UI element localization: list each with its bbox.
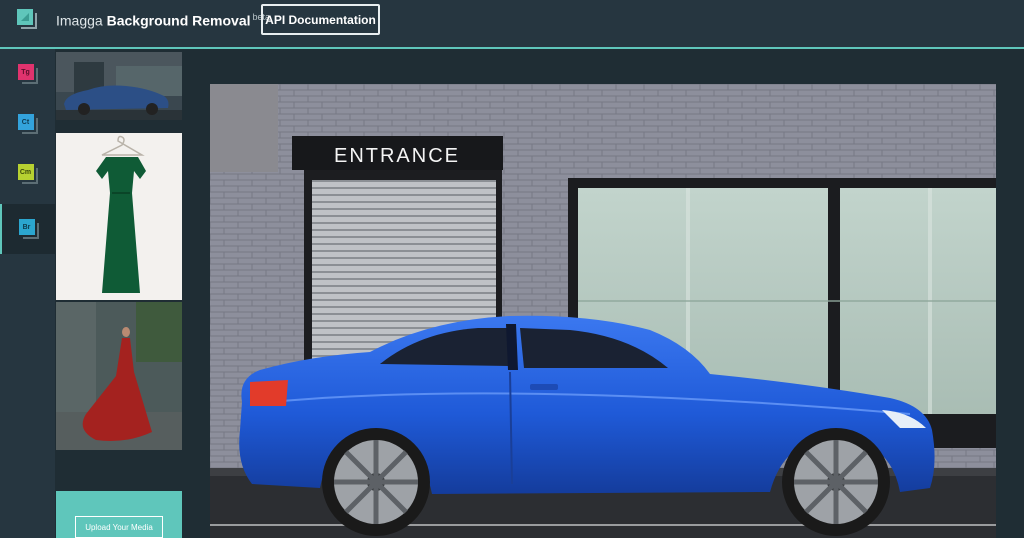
entrance-sign: ENTRANCE — [334, 145, 460, 167]
app-switcher-rail: Tg Ct Cm Br — [0, 49, 55, 538]
rail-item-background-removal[interactable]: Br — [0, 204, 55, 254]
cropping-app-label: Cm — [17, 164, 34, 180]
upload-your-media-button[interactable]: Upload Your Media — [75, 516, 163, 538]
tagging-app-icon: Tg — [17, 64, 38, 84]
background-removal-app-label: Br — [18, 219, 35, 235]
tagging-app-label: Tg — [17, 64, 34, 80]
color-app-icon: Ct — [17, 114, 38, 134]
color-app-label: Ct — [17, 114, 34, 130]
top-bar: Imagga Background Removal beta API Docume… — [0, 0, 1024, 49]
background-removal-app-icon: Br — [18, 219, 39, 239]
thumbnail-red-dress[interactable] — [56, 302, 182, 450]
rail-item-tagging[interactable]: Tg — [0, 49, 55, 99]
app-title-product: Background Removal — [106, 12, 251, 29]
car-preview-image: ENTRANCE — [210, 84, 996, 538]
blue-car-thumbnail-image — [56, 52, 182, 120]
rail-item-cropping[interactable]: Cm — [0, 149, 55, 199]
preview-image-area: ENTRANCE — [210, 84, 996, 538]
thumbnail-blue-car[interactable] — [56, 52, 182, 120]
app-title: Imagga Background Removal beta — [56, 12, 270, 29]
red-dress-thumbnail-image — [56, 302, 182, 450]
api-documentation-button[interactable]: API Documentation — [261, 4, 380, 35]
green-dress-thumbnail-image — [56, 133, 182, 300]
sample-image-strip — [55, 49, 183, 538]
rail-item-color[interactable]: Ct — [0, 99, 55, 149]
cropping-app-icon: Cm — [17, 164, 38, 184]
app-title-prefix: Imagga — [56, 12, 103, 29]
imagga-logo-icon[interactable] — [17, 9, 39, 31]
upload-panel: Upload Your Media — [56, 491, 182, 538]
thumbnail-green-dress[interactable] — [56, 133, 182, 300]
